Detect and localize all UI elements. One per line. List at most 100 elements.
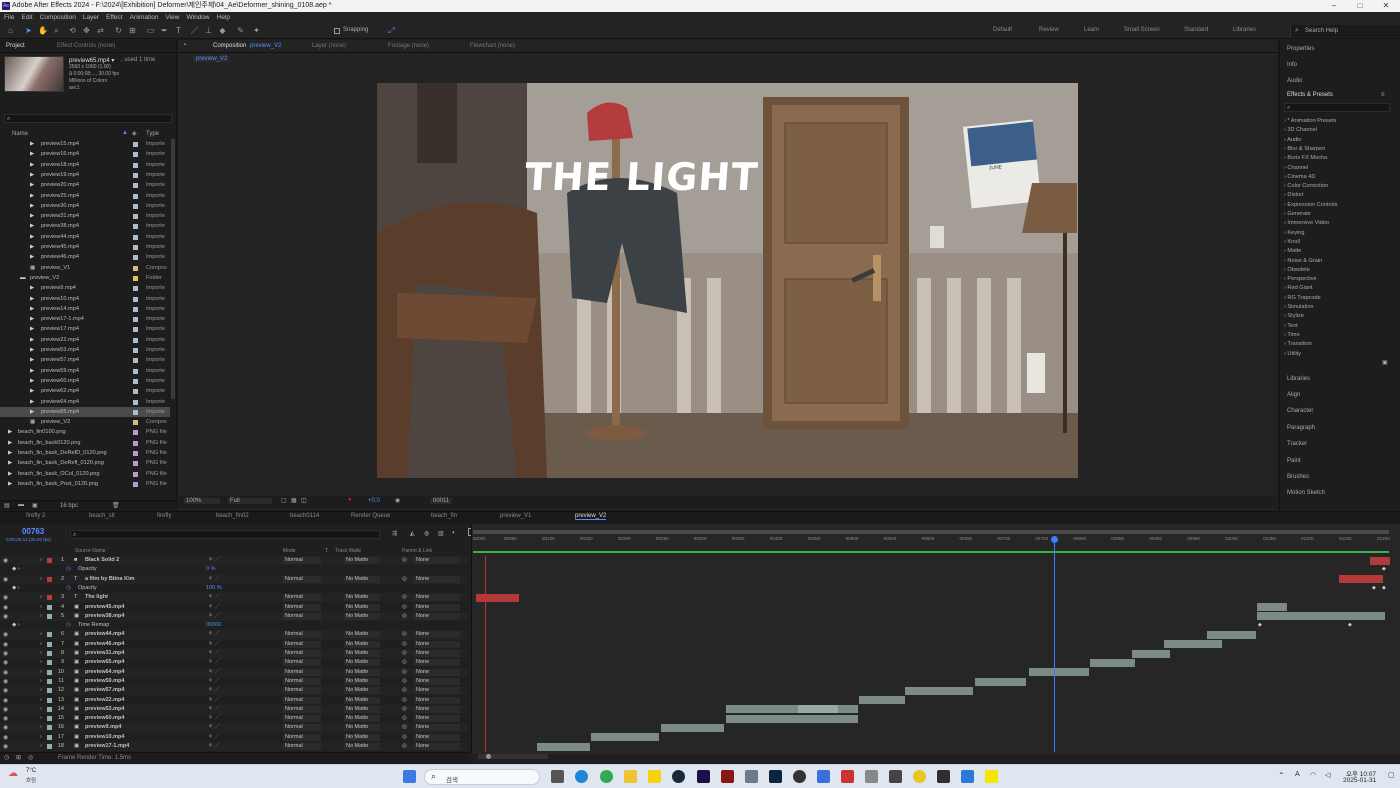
label-color-swatch[interactable] bbox=[133, 389, 138, 395]
label-color-swatch[interactable] bbox=[133, 142, 138, 147]
panel-paragraph[interactable]: Paragraph bbox=[1287, 425, 1315, 431]
layer-row[interactable]: ◉ › 18 ▣ preview17-1.mp4 ⚘ ／ Normal No Matte ◎ No… bbox=[0, 742, 468, 752]
bpc-label[interactable]: 16 bpc bbox=[60, 503, 78, 509]
track-matte-dropdown[interactable]: No Matte bbox=[344, 640, 380, 648]
effect-category[interactable]: › Utility bbox=[1284, 351, 1301, 357]
layer-switches[interactable]: ⚘ ／ bbox=[208, 575, 220, 584]
project-item[interactable]: ▶ preview45.mp4 Importe bbox=[0, 242, 170, 252]
expand-twirl-icon[interactable]: › bbox=[40, 603, 42, 612]
panel-effects-presets[interactable]: Effects & Presets bbox=[1287, 92, 1333, 98]
panel-motion-sketch[interactable]: Motion Sketch bbox=[1287, 490, 1325, 496]
pan-behind-tool-icon[interactable]: ⊞ bbox=[128, 26, 137, 35]
effect-category[interactable]: › Expression Controls bbox=[1284, 202, 1337, 208]
snapping-checkbox[interactable] bbox=[334, 28, 340, 34]
search-help-field[interactable]: ⌕ Search Help bbox=[1290, 25, 1400, 37]
dolly-tool-icon[interactable]: ⇄ bbox=[96, 26, 105, 35]
layer-name[interactable]: preview44.mp4 bbox=[85, 630, 124, 639]
layer-name[interactable]: preview22.mp4 bbox=[85, 696, 124, 705]
layer-switches[interactable]: ⚘ ／ bbox=[208, 658, 220, 667]
tab-composition[interactable]: Composition bbox=[213, 43, 246, 49]
layer-switches[interactable]: ⚘ ／ bbox=[208, 603, 220, 612]
project-item[interactable]: ▶ preview60.mp4 Importe bbox=[0, 376, 170, 386]
layer-mode-dropdown[interactable]: Normal bbox=[283, 677, 321, 685]
zoom-dropdown[interactable]: 100% bbox=[184, 498, 220, 504]
layer-switches[interactable]: ⚘ ／ bbox=[208, 705, 220, 714]
col-t[interactable]: T bbox=[325, 548, 328, 554]
layer-duration-bar[interactable] bbox=[1164, 640, 1222, 649]
timeline-tab[interactable]: Render Queue bbox=[351, 513, 390, 519]
layer-switches[interactable]: ⚘ ／ bbox=[208, 723, 220, 732]
keyframe-icon[interactable]: ◆ bbox=[1382, 566, 1386, 572]
parent-dropdown[interactable]: None bbox=[414, 705, 460, 713]
track-matte-dropdown[interactable]: No Matte bbox=[344, 659, 380, 667]
effect-category[interactable]: › Noise & Grain bbox=[1284, 258, 1322, 264]
effect-category[interactable]: › Channel bbox=[1284, 165, 1308, 171]
label-color-swatch[interactable] bbox=[133, 481, 138, 487]
selection-tool-icon[interactable]: ➤ bbox=[24, 26, 33, 35]
acrobat-icon[interactable] bbox=[721, 770, 734, 783]
project-item[interactable]: ▶ preview38.mp4 Importe bbox=[0, 221, 170, 231]
label-color-swatch[interactable] bbox=[133, 348, 138, 353]
effect-category[interactable]: › Distort bbox=[1284, 192, 1304, 198]
label-color-swatch[interactable] bbox=[133, 183, 138, 189]
layer-mode-dropdown[interactable]: Normal bbox=[283, 640, 321, 648]
layer-name[interactable]: preview45.mp4 bbox=[85, 603, 124, 612]
rotate-tool-icon[interactable]: ↻ bbox=[114, 26, 123, 35]
label-color-swatch[interactable] bbox=[133, 152, 138, 158]
track-matte-dropdown[interactable]: No Matte bbox=[344, 715, 380, 723]
app-icon-blue2[interactable] bbox=[961, 770, 974, 783]
parent-dropdown[interactable]: None bbox=[414, 724, 460, 732]
expand-twirl-icon[interactable]: › bbox=[40, 658, 42, 667]
layer-row[interactable]: ◉ › 5 ▣ preview38.mp4 ⚘ ／ Normal No Matte ◎ None bbox=[0, 611, 468, 622]
app-icon-gray[interactable] bbox=[865, 770, 878, 783]
track-matte-dropdown[interactable]: No Matte bbox=[344, 705, 380, 713]
visibility-eye-icon[interactable]: ◉ bbox=[3, 614, 8, 620]
timeline-tab[interactable]: beach_fin02 bbox=[216, 513, 249, 519]
project-scrollbar[interactable] bbox=[171, 139, 175, 399]
layer-mode-dropdown[interactable]: Normal bbox=[283, 743, 321, 750]
timeline-tab[interactable]: beach_sit bbox=[89, 513, 115, 519]
orbit-tool-icon[interactable]: ⟲ bbox=[68, 26, 77, 35]
tab-project[interactable]: Project bbox=[6, 43, 25, 49]
layer-switches[interactable]: ⚘ ／ bbox=[208, 696, 220, 705]
label-column-icon[interactable]: ◈ bbox=[132, 130, 137, 137]
label-color-swatch[interactable] bbox=[133, 234, 138, 240]
label-color-swatch[interactable] bbox=[133, 203, 138, 209]
effect-category[interactable]: › * Animation Presets bbox=[1284, 118, 1336, 124]
region-of-interest-icon[interactable]: ▢ bbox=[281, 497, 287, 504]
menu-window[interactable]: Window bbox=[187, 14, 210, 21]
chrome-icon[interactable] bbox=[600, 770, 613, 783]
expand-twirl-icon[interactable]: › bbox=[40, 723, 42, 732]
parent-pickwhip-icon[interactable]: ◎ bbox=[402, 593, 407, 602]
menu-layer[interactable]: Layer bbox=[83, 14, 99, 21]
effect-category[interactable]: › Simulation bbox=[1284, 304, 1314, 310]
visibility-eye-icon[interactable]: ◉ bbox=[3, 660, 8, 666]
layer-row[interactable]: ◉ › 3 T The light ⚘ ／ Normal No Matte ◎ None bbox=[0, 593, 468, 603]
visibility-eye-icon[interactable]: ◉ bbox=[3, 744, 8, 750]
layer-name[interactable]: preview65.mp4 bbox=[85, 658, 124, 667]
layer-duration-bar[interactable] bbox=[1207, 631, 1256, 639]
panel-libraries[interactable]: Libraries bbox=[1287, 376, 1310, 382]
track-matte-dropdown[interactable]: No Matte bbox=[344, 668, 380, 676]
layer-name[interactable]: preview38.mp4 bbox=[85, 612, 124, 621]
layer-row[interactable]: ◉ › 11 ▣ preview59.mp4 ⚘ ／ Normal No Matte ◎ None bbox=[0, 677, 468, 686]
label-color-swatch[interactable] bbox=[133, 378, 138, 384]
volume-icon[interactable]: ◁ bbox=[1325, 771, 1330, 779]
notification-icon[interactable]: ▢ bbox=[1388, 771, 1395, 779]
expand-twirl-icon[interactable]: › bbox=[40, 733, 42, 742]
effect-category[interactable]: › 3D Channel bbox=[1284, 127, 1317, 133]
tab-comp-name[interactable]: preview_V2 bbox=[250, 43, 281, 49]
layer-switches[interactable]: ⚘ ／ bbox=[208, 714, 220, 723]
layer-duration-bar[interactable] bbox=[661, 724, 724, 732]
col-mode[interactable]: Mode bbox=[283, 548, 296, 554]
effect-category[interactable]: › Red Giant bbox=[1284, 285, 1313, 291]
label-color-swatch[interactable] bbox=[133, 327, 138, 333]
close-button[interactable]: ✕ bbox=[1378, 0, 1394, 12]
parent-pickwhip-icon[interactable]: ◎ bbox=[402, 612, 407, 621]
app-icon-dark[interactable] bbox=[937, 770, 950, 783]
effect-category[interactable]: › Audio bbox=[1284, 137, 1301, 143]
layer-switches[interactable]: ⚘ ／ bbox=[208, 686, 220, 695]
timeline-tab[interactable]: beach_fin bbox=[431, 513, 457, 519]
layer-mode-dropdown[interactable]: Normal bbox=[283, 668, 321, 676]
roto-brush-tool-icon[interactable]: ✎ bbox=[236, 26, 245, 35]
